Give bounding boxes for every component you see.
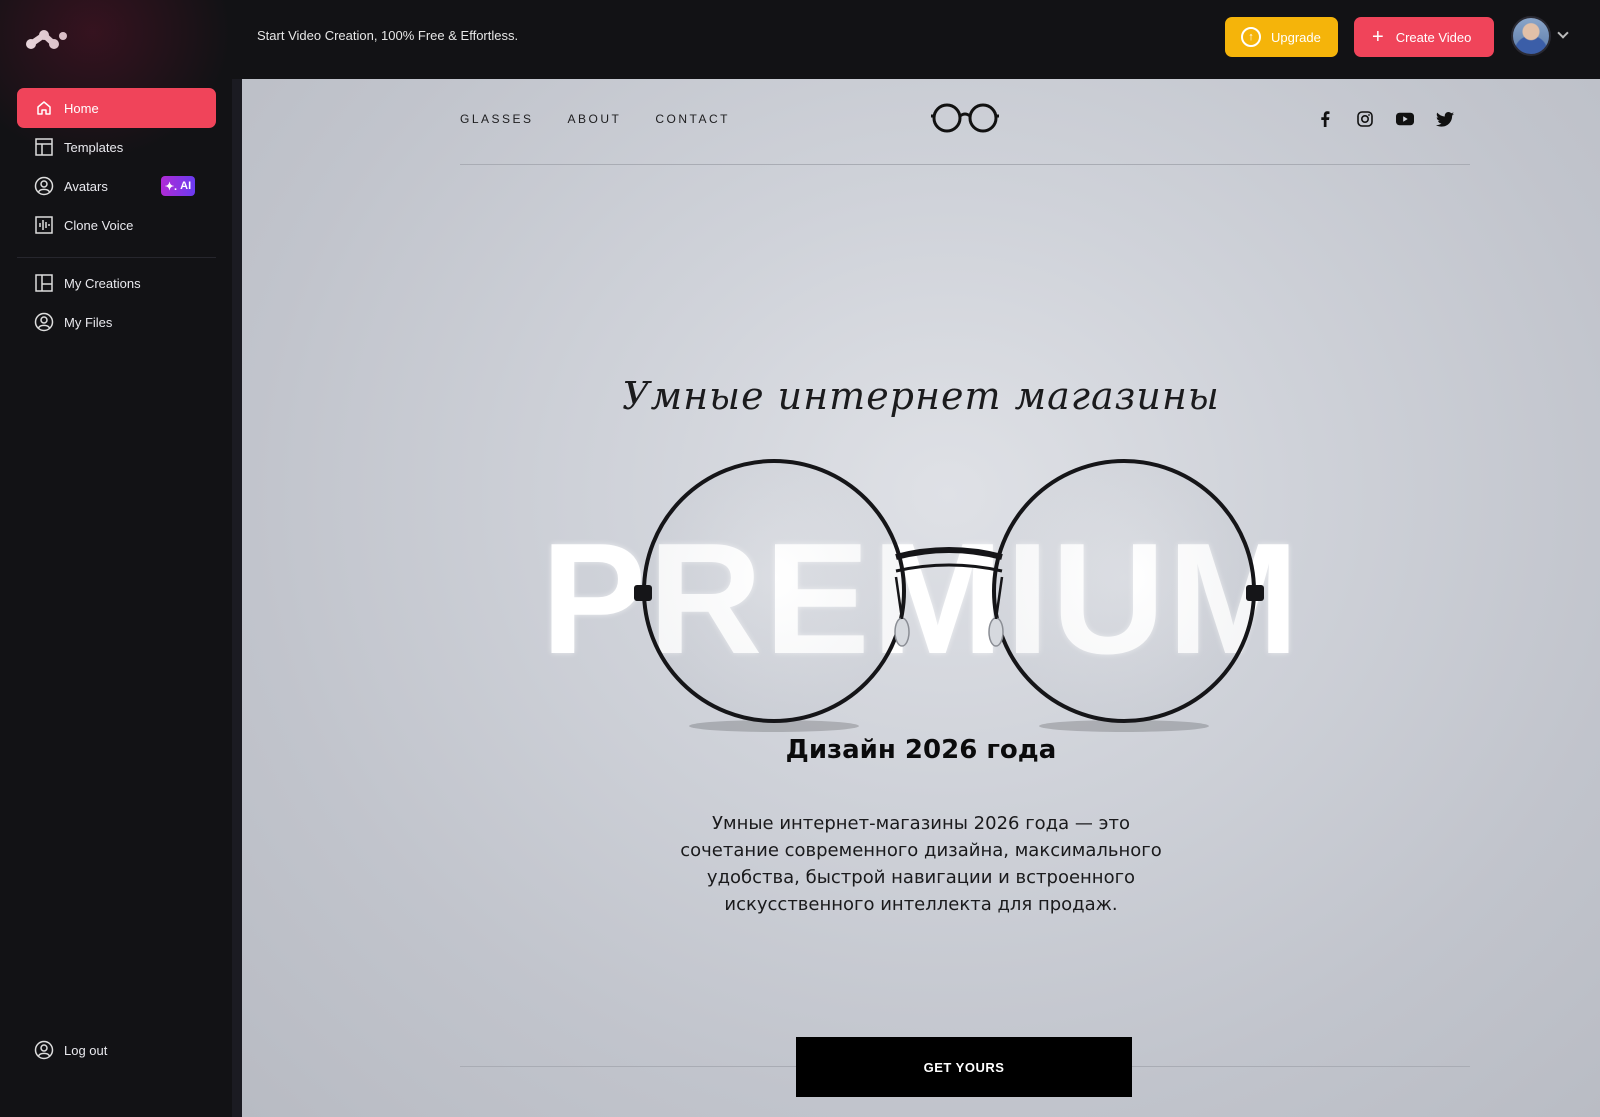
logout-label: Log out [64, 1042, 108, 1058]
sidebar-item-avatars[interactable]: Avatars ✦. AI [17, 166, 216, 206]
round-glasses-image [634, 459, 1264, 732]
chevron-down-icon[interactable] [1557, 27, 1569, 39]
youtube-icon[interactable] [1396, 110, 1414, 128]
logout-icon [34, 1040, 54, 1060]
templates-icon [34, 137, 54, 157]
get-yours-button[interactable]: GET YOURS [796, 1037, 1132, 1097]
instagram-icon[interactable] [1356, 110, 1374, 128]
sidebar: Home Templates Avatars ✦. AI Clone Voice… [0, 0, 232, 1117]
app-logo[interactable] [24, 26, 68, 52]
nav-link-contact[interactable]: CONTACT [655, 112, 730, 126]
home-icon [34, 98, 54, 118]
user-avatar[interactable] [1511, 16, 1551, 56]
arrow-up-circle-icon: ↑ [1241, 27, 1261, 47]
files-icon [34, 312, 54, 332]
sidebar-item-label: My Creations [64, 275, 141, 291]
design-heading: Дизайн 2026 года [785, 735, 1057, 765]
creations-icon [34, 273, 54, 293]
sidebar-item-clone-voice[interactable]: Clone Voice [17, 205, 216, 245]
template-preview[interactable]: GLASSES ABOUT CONTACT Умные интернет маг… [242, 79, 1600, 1117]
plus-icon: + [1372, 26, 1384, 48]
sidebar-edge [232, 79, 242, 1117]
glasses-logo-icon[interactable] [930, 101, 1000, 135]
description-text: Умные интернет-магазины 2026 года — это … [680, 813, 1162, 915]
create-video-button[interactable]: + Create Video [1354, 17, 1494, 57]
nav-link-glasses[interactable]: GLASSES [460, 112, 534, 126]
social-links [1316, 110, 1454, 128]
twitter-icon[interactable] [1436, 110, 1454, 128]
nav-link-about[interactable]: ABOUT [568, 112, 622, 126]
tagline: Start Video Creation, 100% Free & Effort… [257, 28, 519, 43]
ai-badge: ✦. AI [161, 176, 195, 196]
sidebar-item-home[interactable]: Home [17, 88, 216, 128]
voice-icon [34, 215, 54, 235]
sidebar-item-my-files[interactable]: My Files [17, 302, 216, 342]
top-bar: Start Video Creation, 100% Free & Effort… [0, 0, 1600, 79]
upgrade-button[interactable]: ↑ Upgrade [1225, 17, 1338, 57]
avatar-icon [34, 176, 54, 196]
sidebar-item-my-creations[interactable]: My Creations [17, 263, 216, 303]
sidebar-item-templates[interactable]: Templates [17, 127, 216, 167]
sidebar-divider [17, 257, 216, 258]
create-video-label: Create Video [1395, 29, 1472, 45]
sidebar-item-label: Avatars [64, 178, 108, 194]
logout-button[interactable]: Log out [17, 1030, 216, 1070]
upgrade-label: Upgrade [1271, 29, 1321, 45]
sidebar-item-label: Templates [64, 139, 124, 155]
facebook-icon[interactable] [1316, 110, 1334, 128]
header-divider [460, 164, 1470, 165]
script-title: Умные интернет магазины [622, 374, 1220, 418]
site-nav: GLASSES ABOUT CONTACT [460, 112, 730, 126]
sidebar-item-label: Clone Voice [64, 217, 134, 233]
sidebar-item-label: My Files [64, 314, 113, 330]
sidebar-item-label: Home [64, 100, 99, 116]
